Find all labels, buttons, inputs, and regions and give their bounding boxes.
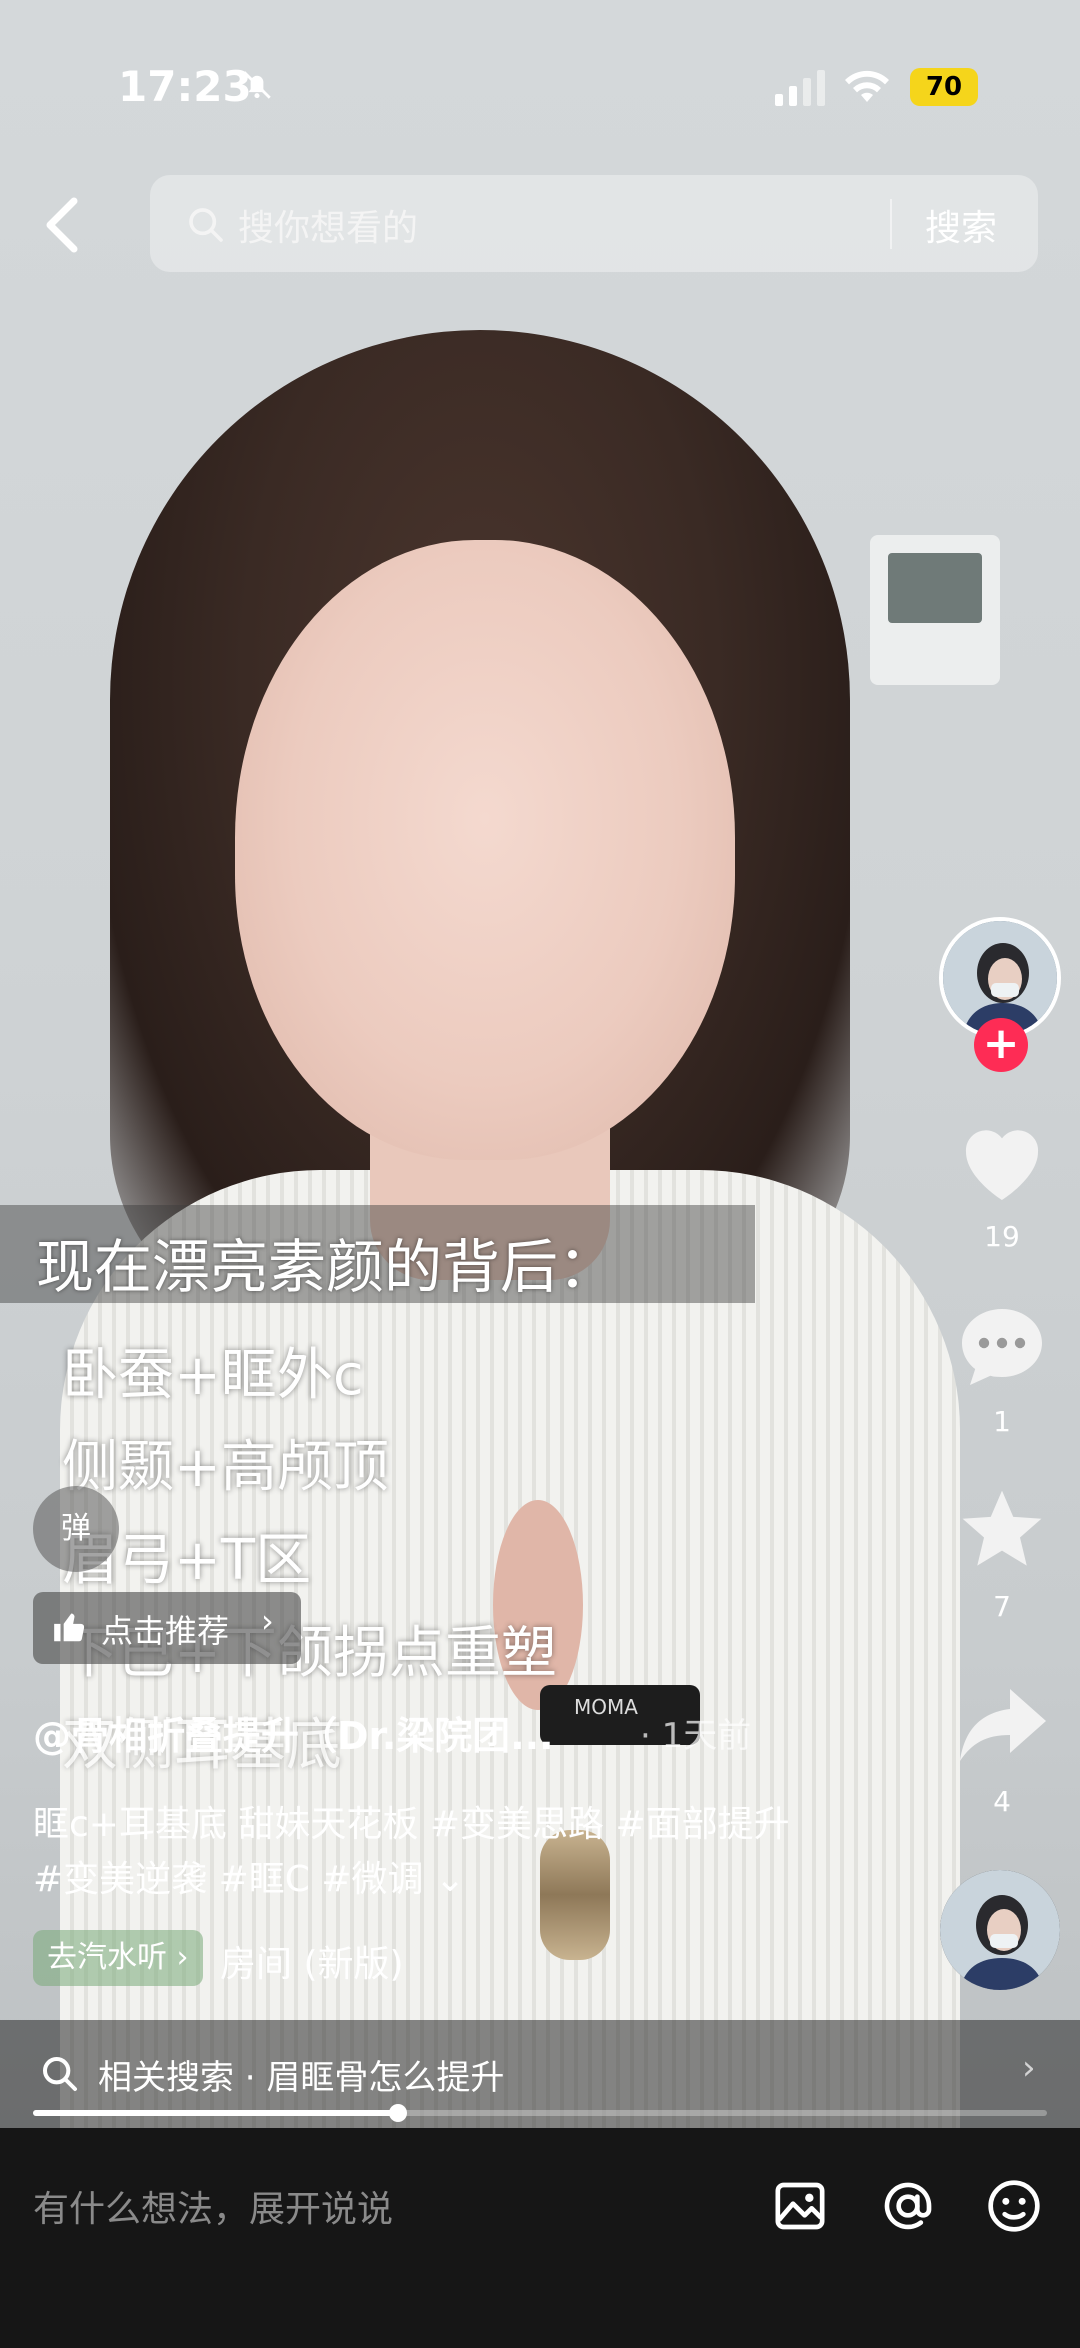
search-bar[interactable]: 搜你想看的 搜索 xyxy=(150,175,1038,272)
video-screen[interactable]: MOMA 17:23 70 搜你想看的 搜索 现在漂亮素颜的背后： 卧蚕+眶外c… xyxy=(0,0,1080,2348)
battery-indicator: 70 xyxy=(910,68,978,106)
recommend-button[interactable]: 点击推荐 › xyxy=(33,1592,301,1664)
follow-plus-button[interactable]: + xyxy=(974,1018,1028,1072)
video-progress-bar[interactable] xyxy=(33,2104,1047,2122)
danmu-toggle-button[interactable]: 弹 xyxy=(33,1486,119,1572)
search-button[interactable]: 搜索 xyxy=(925,199,997,251)
mention-at-icon[interactable] xyxy=(880,2178,936,2234)
thumbs-up-icon xyxy=(54,1613,85,1642)
like-count: 19 xyxy=(984,1220,1020,1253)
chevron-right-icon: › xyxy=(261,1602,274,1640)
status-time: 17:23 xyxy=(118,62,252,111)
recommend-label: 点击推荐 xyxy=(101,1612,230,1650)
emoji-icon[interactable] xyxy=(986,2178,1042,2234)
video-buckle xyxy=(540,1830,610,1960)
caption-title: 现在漂亮素颜的背后： xyxy=(36,1233,617,1301)
cellular-signal-icon xyxy=(775,70,825,106)
progress-fill xyxy=(33,2110,399,2116)
favorite-count: 7 xyxy=(993,1590,1011,1623)
music-title[interactable]: 房间 (新版) xyxy=(220,1935,404,1987)
caption-line: 侧颞+高颅顶 xyxy=(62,1435,389,1500)
music-app-tag[interactable]: 去汽水听 › xyxy=(33,1930,203,1986)
search-icon xyxy=(43,2057,77,2091)
post-description[interactable]: 眶c+耳基底 甜妹天花板 #变美思路 #面部提升 xyxy=(33,1795,790,1847)
status-bar: 17:23 70 xyxy=(0,0,1080,170)
post-time: · 1天前 xyxy=(640,1716,752,1756)
related-search-label: 相关搜索 · 眉眶骨怎么提升 xyxy=(98,2058,505,2098)
wall-thermostat xyxy=(870,535,1000,685)
favorite-star-icon[interactable] xyxy=(954,1485,1050,1575)
comment-bubble-icon[interactable] xyxy=(954,1300,1050,1390)
search-divider xyxy=(890,199,892,249)
video-subject-face xyxy=(235,540,735,1160)
search-placeholder[interactable]: 搜你想看的 xyxy=(238,199,418,251)
post-hashtags[interactable]: #变美逆袭 #眶C #微调 ⌄ xyxy=(33,1850,465,1902)
comment-placeholder[interactable]: 有什么想法，展开说说 xyxy=(33,2180,393,2232)
comment-count: 1 xyxy=(993,1405,1011,1438)
wifi-icon xyxy=(845,70,889,102)
image-picker-icon[interactable] xyxy=(772,2178,828,2234)
caption-line: 卧蚕+眶外c xyxy=(62,1343,364,1408)
music-disc-image xyxy=(940,1870,1060,1990)
back-arrow-icon[interactable] xyxy=(40,195,84,255)
share-arrow-icon[interactable] xyxy=(954,1680,1050,1770)
progress-knob[interactable] xyxy=(389,2104,408,2122)
silent-bell-icon xyxy=(243,71,271,99)
search-icon xyxy=(189,208,223,242)
author-name[interactable]: @骨相折叠提升（Dr.梁院团... xyxy=(33,1705,554,1760)
share-count: 4 xyxy=(993,1785,1011,1818)
chevron-right-icon: › xyxy=(1022,2048,1036,2088)
comment-input-bar[interactable]: 有什么想法，展开说说 xyxy=(0,2128,1080,2348)
like-heart-icon[interactable] xyxy=(954,1115,1050,1205)
music-disc[interactable] xyxy=(940,1870,1060,1990)
